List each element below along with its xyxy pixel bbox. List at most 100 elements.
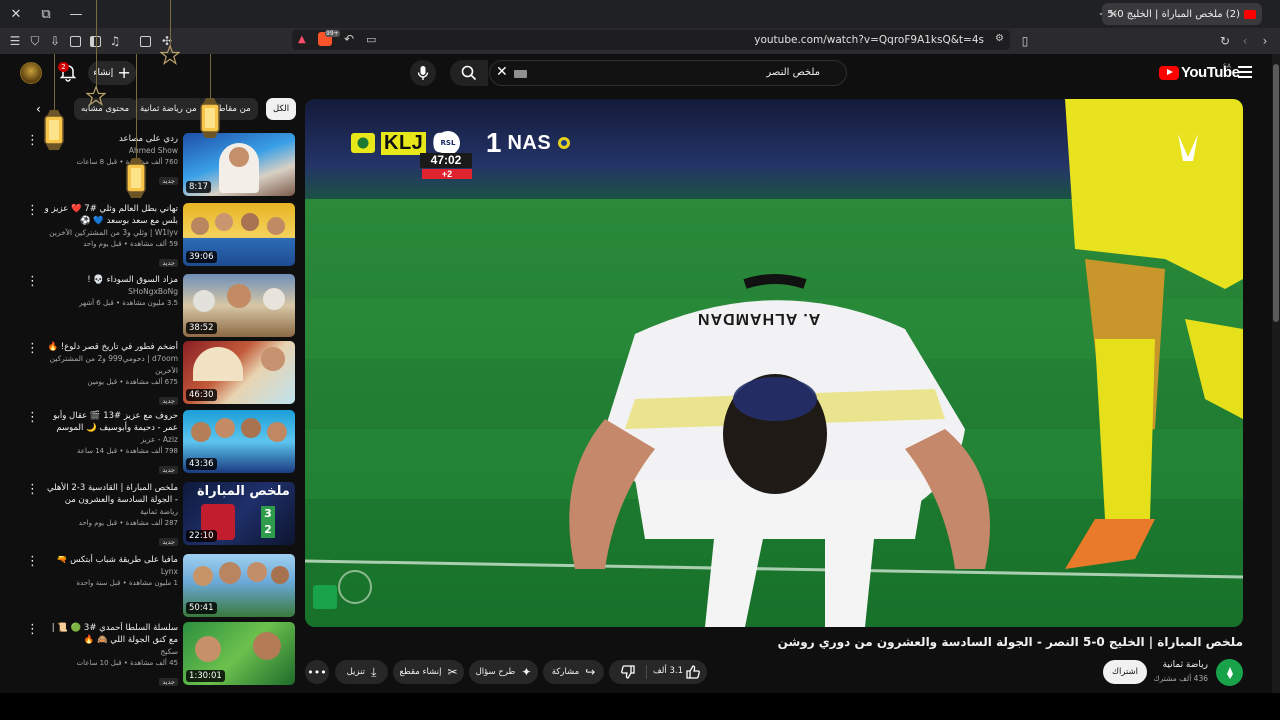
dislike-button[interactable] [620, 664, 636, 684]
channel-avatar[interactable] [1216, 659, 1243, 686]
search-button[interactable] [450, 60, 488, 86]
khaleej-crest-icon [351, 133, 375, 153]
ask-button[interactable]: ✦ طرح سؤال [469, 660, 538, 684]
list-item[interactable]: 50:41 مافيا على طريقة شباب أبتكس 🔫 Lynx … [26, 554, 296, 618]
voice-search-button[interactable] [410, 60, 436, 86]
thumbs-down-icon [621, 665, 635, 679]
channel-name[interactable]: d7oom | دحومي999 و2 من المشتركين الآخرين [44, 353, 178, 377]
menu-icon[interactable]: ☰ [6, 32, 24, 50]
chip-from-channel[interactable]: من رياضة ثمانية [133, 98, 204, 120]
browser-tab[interactable]: (2) ملخص المباراة | الخليج 0-5 ✕ [1102, 3, 1262, 25]
video-player[interactable]: KLJ 0 RSL 1 NAS 47:02 +2 A. ALHAMDAN [305, 99, 1243, 627]
download-button[interactable]: ⤓ تنزيل [335, 660, 388, 684]
scrollbar-thumb[interactable] [1273, 64, 1279, 322]
channel-name[interactable]: Lynx [44, 566, 178, 578]
more-actions-button[interactable]: ••• [305, 660, 329, 684]
new-badge: جديد [159, 466, 178, 474]
more-options-icon[interactable]: ⋮ [26, 134, 39, 147]
share-icon: ↪ [585, 665, 596, 679]
video-duration: 43:36 [186, 458, 217, 470]
bottom-strip [0, 693, 1280, 720]
list-item[interactable]: 46:30 أضخم فطور في تاريخ قصر دلوع! 🔥 d7o… [26, 341, 296, 405]
aria-icon[interactable]: ▲ [298, 34, 306, 45]
more-options-icon[interactable]: ⋮ [26, 275, 39, 288]
list-item[interactable]: 38:52 مزاد السوق السوداء 💀 ! SHoNgxBoNg … [26, 274, 296, 338]
more-options-icon[interactable]: ⋮ [26, 342, 39, 355]
music-icon[interactable]: ♫ [106, 32, 124, 50]
account-avatar[interactable] [20, 62, 42, 84]
more-options-icon[interactable]: ⋮ [26, 555, 39, 568]
back-icon[interactable]: ‹ [1236, 32, 1254, 50]
video-meta: 675 ألف مشاهدة • قبل يومين [87, 378, 178, 386]
more-options-icon[interactable]: ⋮ [26, 411, 39, 424]
video-title: ملخص المباراة | الخليج 0-5 النصر - الجول… [777, 635, 1243, 649]
video-title[interactable]: أضخم فطور في تاريخ قصر دلوع! 🔥 [44, 341, 178, 353]
window-minimize-icon[interactable]: — [66, 4, 86, 24]
chip-all[interactable]: الكل [266, 98, 297, 120]
clip-button[interactable]: ✂ إنشاء مقطع [393, 660, 464, 684]
address-bar[interactable]: ▲ 99+ ↶ ▭ youtube.com/watch?v=QqroF9A1ks… [292, 30, 1010, 50]
more-options-icon[interactable]: ⋮ [26, 483, 39, 496]
screenshot-icon[interactable] [136, 32, 154, 50]
scissors-icon: ✂ [447, 665, 458, 679]
channel-name[interactable]: SHoNgxBoNg [44, 286, 178, 298]
star-decoration-icon [86, 86, 106, 106]
video-title[interactable]: ملخص المباراة | القادسية 3-2 الأهلي - ال… [44, 482, 178, 506]
reload-icon[interactable]: ↻ [1216, 32, 1234, 50]
keyboard-icon[interactable] [514, 70, 527, 78]
share-label: مشاركة [551, 667, 580, 677]
channel-name[interactable]: W1lyv | وثلي و3 من المشتركين الآخرين [44, 227, 178, 239]
list-item[interactable]: 1:30:01 سلسلة السلطا أحمدي #3 🟢 📜 | مع ك… [26, 622, 296, 686]
channel-name[interactable]: رياضة ثمانية [44, 506, 178, 518]
forward-icon[interactable]: › [1256, 32, 1274, 50]
league-badge: RSL [436, 131, 460, 155]
video-title[interactable]: مزاد السوق السوداء 💀 ! [44, 274, 178, 286]
video-title[interactable]: سلسلة السلطا أحمدي #3 🟢 📜 | مع كنق الجول… [44, 622, 178, 646]
search-input[interactable]: ملخص النصر ✕ [489, 60, 847, 86]
list-item[interactable]: ملخص المباراة 32 22:10 ملخص المباراة | ا… [26, 482, 296, 546]
tab-close-icon[interactable]: ✕ [1108, 7, 1118, 21]
video-meta: 59 ألف مشاهدة • قبل يوم واحد [83, 240, 178, 248]
download-label: تنزيل [346, 667, 366, 677]
browser-tab-bar: ✕ ⧉ — + (2) ملخص المباراة | الخليج 0-5 ✕ [0, 0, 1280, 28]
plus-icon: + [117, 63, 131, 82]
reload-page-icon[interactable]: ↶ [344, 32, 354, 46]
sidebar-icon[interactable] [86, 32, 104, 50]
window-restore-icon[interactable]: ⧉ [36, 4, 56, 24]
site-settings-icon[interactable]: ⚙ [995, 33, 1004, 44]
bookmark-icon[interactable]: ▯ [1016, 32, 1034, 50]
list-item[interactable]: 43:36 حروف مع عزيز #13 🎬 عقال وأبو عمر -… [26, 410, 296, 474]
shield-count-badge: 99+ [325, 30, 340, 37]
lantern-string [170, 0, 171, 46]
downloads-icon[interactable]: ⇩ [46, 32, 64, 50]
more-options-icon[interactable]: ⋮ [26, 204, 39, 217]
lantern-string [96, 0, 97, 88]
lantern-icon [126, 158, 146, 198]
video-title[interactable]: تهاني بطل العالم وثلي #7 ❤️ عزيز و بلس م… [44, 203, 178, 227]
video-meta: 798 ألف مشاهدة • قبل 14 ساعة [77, 447, 178, 455]
shirt-name: A. ALHAMDAN [697, 310, 821, 327]
home-team: KLJ [381, 131, 427, 155]
cast-icon[interactable]: ▭ [366, 33, 376, 46]
subscribe-button[interactable]: اشتراك [1103, 660, 1147, 684]
sparkle-icon: ✦ [521, 665, 532, 679]
more-options-icon[interactable]: ⋮ [26, 623, 39, 636]
channel-name[interactable]: سكيج [44, 646, 178, 658]
video-duration: 39:06 [186, 251, 217, 263]
video-duration: 1:30:01 [186, 670, 225, 682]
share-button[interactable]: ↪ مشاركة [543, 660, 604, 684]
video-meta: 45 ألف مشاهدة • قبل 10 ساعات [76, 659, 178, 667]
video-title[interactable]: حروف مع عزيز #13 🎬 عقال وأبو عمر - دحيمة… [44, 410, 178, 434]
nassr-crest-icon [558, 137, 571, 149]
channel-name[interactable]: رياضة ثمانية [1163, 660, 1208, 670]
video-title[interactable]: مافيا على طريقة شباب أبتكس 🔫 [44, 554, 178, 566]
clear-search-icon[interactable]: ✕ [496, 64, 508, 80]
shield-icon[interactable]: ⛉ [26, 32, 44, 50]
channel-name[interactable]: Aziz - عزيز [44, 434, 178, 446]
thmanyah-logo-icon [1226, 666, 1233, 679]
tabs-icon[interactable] [66, 32, 84, 50]
list-item[interactable]: 39:06 تهاني بطل العالم وثلي #7 ❤️ عزيز و… [26, 203, 296, 267]
guide-menu-icon[interactable] [1238, 66, 1252, 78]
window-close-icon[interactable]: ✕ [6, 4, 26, 24]
like-button[interactable] [685, 664, 701, 684]
